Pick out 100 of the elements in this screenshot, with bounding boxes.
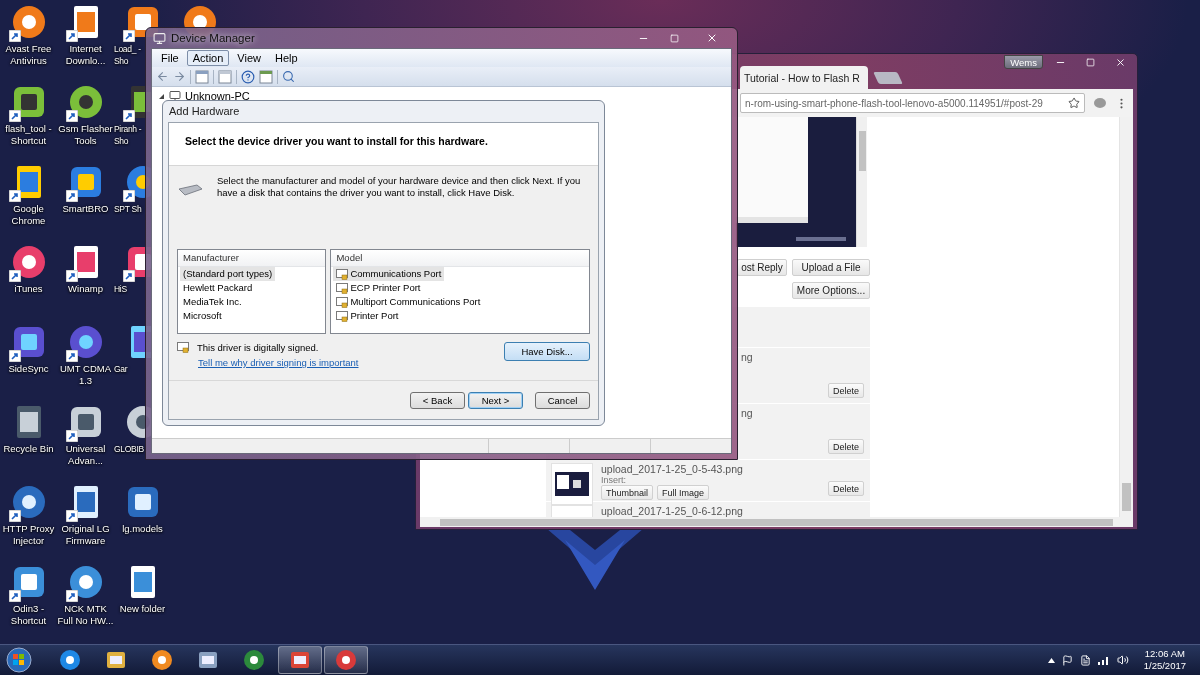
signed-text: This driver is digitally signed. <box>197 342 319 353</box>
desktop-icon-label[interactable]: SPT Sh <box>114 203 144 215</box>
port-icon <box>336 282 349 294</box>
insert-label: Insert: <box>601 475 626 485</box>
flag-icon[interactable] <box>1061 654 1073 666</box>
desktop-icon-label[interactable]: Gsm Flasher Tools <box>57 123 114 147</box>
delete-button[interactable]: Delete <box>828 439 864 454</box>
maximize-icon <box>1085 57 1095 67</box>
post-reply-button[interactable]: ost Reply <box>737 259 787 276</box>
scan-icon[interactable] <box>282 70 295 83</box>
app-icon <box>10 4 47 40</box>
properties-icon[interactable] <box>195 69 209 84</box>
menu-item[interactable]: Action <box>186 50 230 66</box>
list-item[interactable]: ECP Printer Port <box>333 281 424 295</box>
desktop-icon-label[interactable]: NCK MTK Full No HW... <box>57 603 114 627</box>
desktop-icon-label[interactable]: Internet Downlo... <box>57 43 114 67</box>
list-item[interactable]: Microsoft <box>180 309 225 323</box>
desktop-icon-label[interactable]: Original LG Firmware <box>57 523 114 547</box>
window-icon[interactable] <box>259 69 273 84</box>
insert-option-button[interactable]: Thumbnail <box>601 485 654 500</box>
have-disk-button[interactable]: Have Disk... <box>504 342 590 361</box>
desktop-icon-label[interactable]: HiS <box>114 283 144 295</box>
desktop-icon-label[interactable]: UMT CDMA 1.3 <box>57 363 114 387</box>
port-icon <box>336 296 349 308</box>
desktop-icon-label[interactable]: SmartBRO <box>57 203 114 215</box>
tree-item[interactable]: Unknown-PC <box>185 90 250 102</box>
desktop-icon-label[interactable]: Odin3 - Shortcut <box>0 603 57 627</box>
desktop-icon-label[interactable]: Universal Advan... <box>57 443 114 467</box>
list-item[interactable]: Communications Port <box>333 267 445 281</box>
help-icon[interactable] <box>241 69 255 84</box>
desktop-icon-label[interactable]: Avast Free Antivirus <box>0 43 57 67</box>
list-item[interactable]: Printer Port <box>333 309 402 323</box>
menu-item[interactable]: View <box>231 50 267 66</box>
forward-icon[interactable] <box>173 70 186 83</box>
desktop-icon-label[interactable]: Recycle Bin <box>0 443 57 455</box>
desktop-icon-label[interactable]: Load_ - Sho <box>114 43 144 67</box>
new-tab-button[interactable] <box>873 72 903 84</box>
desktop-icon-label[interactable]: Gar <box>114 363 144 375</box>
star-icon[interactable] <box>1068 97 1080 109</box>
list-item[interactable]: MediaTek Inc. <box>180 295 245 309</box>
close-icon <box>1114 56 1126 68</box>
desktop-icon-label[interactable]: SideSync <box>0 363 57 375</box>
desktop-icon-label[interactable]: Google Chrome <box>0 203 57 227</box>
list-item[interactable]: Multiport Communications Port <box>333 295 484 309</box>
port-icon <box>336 310 349 322</box>
delete-button[interactable]: Delete <box>828 481 864 496</box>
clock[interactable]: 12:06 AM 1/25/2017 <box>1143 648 1186 672</box>
app-icon <box>67 84 104 120</box>
app-icon <box>59 649 81 671</box>
app-icon <box>151 649 173 671</box>
taskbar-button[interactable] <box>278 646 322 674</box>
close-icon <box>706 32 718 44</box>
show-hidden-icons-icon[interactable] <box>1047 657 1055 663</box>
desktop-icon-label[interactable]: lg.models <box>114 523 171 535</box>
port-icon <box>177 342 189 353</box>
app-icon <box>10 484 47 520</box>
driver-signing-link[interactable]: Tell me why driver signing is important <box>198 357 359 368</box>
start-button[interactable] <box>6 647 32 673</box>
desktop-icon-label[interactable]: Winamp <box>57 283 114 295</box>
dialog-button[interactable]: < Back <box>410 391 465 409</box>
menu-item[interactable]: File <box>155 50 185 66</box>
horizontal-scrollbar[interactable] <box>420 517 1133 527</box>
device-icon[interactable] <box>1079 654 1091 666</box>
app-icon <box>243 649 265 671</box>
desktop-icon-label[interactable]: HTTP Proxy Injector <box>0 523 57 547</box>
dialog-heading: Select the device driver you want to install for this hardware. <box>185 135 488 147</box>
taskbar-button[interactable] <box>324 646 368 674</box>
volume-icon[interactable] <box>1116 654 1129 666</box>
attachment-name: ng <box>741 407 753 419</box>
desktop-icon-label[interactable]: GLOBIB <box>114 443 144 455</box>
desktop-icon-label[interactable]: Piranh - Sho <box>114 123 144 147</box>
desktop-icon-label[interactable]: New folder <box>114 603 171 615</box>
address-bar[interactable]: n-rom-using-smart-phone-flash-tool-lenovo-a5000.114951/#post-29 <box>740 93 1085 113</box>
list-item[interactable]: Hewlett Packard <box>180 281 256 295</box>
dialog-button[interactable]: Cancel <box>535 391 590 409</box>
list-item[interactable]: (Standard port types) <box>180 267 276 281</box>
computer-icon <box>169 90 181 102</box>
extension-icon[interactable] <box>1093 97 1107 109</box>
scrollbar[interactable] <box>856 117 867 247</box>
hardware-icon <box>177 183 203 197</box>
back-icon[interactable] <box>156 70 169 83</box>
delete-button[interactable]: Delete <box>828 383 864 398</box>
insert-option-button[interactable]: Full Image <box>657 485 710 500</box>
app-icon <box>67 564 104 600</box>
attachment-name: upload_2017-1-25_0-6-12.png <box>601 505 743 517</box>
attachment-name: ng <box>741 351 753 363</box>
upload-button[interactable]: Upload a File <box>792 259 870 276</box>
port-icon <box>336 268 349 280</box>
dialog-button[interactable]: Next > <box>468 391 523 409</box>
desktop-icon-label[interactable]: flash_tool - Shortcut <box>0 123 57 147</box>
browser-tab[interactable]: Tutorial - How to Flash R <box>740 66 868 89</box>
expand-arrow-icon[interactable] <box>158 92 165 100</box>
profile-button[interactable]: Wems <box>1004 55 1043 69</box>
desktop-icon-label[interactable]: iTunes <box>0 283 57 295</box>
menu-item[interactable]: Help <box>268 50 304 66</box>
dialog-description: Select the manufacturer and model of your hardware device and then click Next. If you have a disk that contains the driver you want to install, click Have Disk. <box>217 175 582 199</box>
more-options-button[interactable]: More Options... <box>792 282 870 299</box>
signal-icon[interactable] <box>1097 655 1110 665</box>
app-icon <box>197 649 219 671</box>
app-icon <box>289 649 311 671</box>
